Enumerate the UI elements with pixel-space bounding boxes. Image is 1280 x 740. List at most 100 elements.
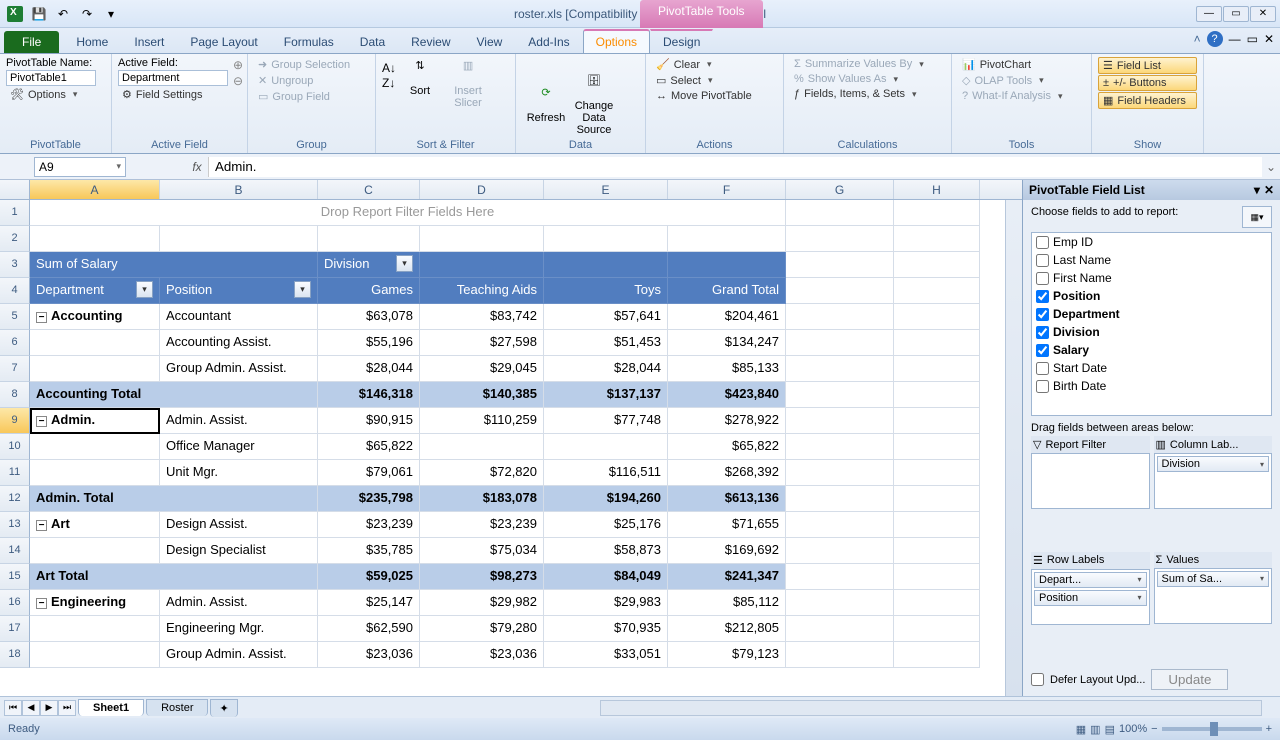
division-filter-dropdown[interactable]: ▾ [396, 255, 413, 272]
field-checkbox[interactable] [1036, 344, 1049, 357]
cell[interactable]: $29,983 [544, 590, 668, 616]
fx-icon[interactable]: fx [186, 160, 208, 174]
cell[interactable] [786, 590, 894, 616]
zoom-in-button[interactable]: + [1266, 723, 1272, 735]
field-list-close-icon[interactable]: ✕ [1264, 183, 1274, 197]
expand-field-icon[interactable]: ⊕ [233, 58, 243, 72]
row-header[interactable]: 9 [0, 408, 30, 434]
group-cell[interactable]: −Admin. [30, 408, 160, 434]
cell[interactable]: $65,822 [318, 434, 420, 460]
minimize-button[interactable]: — [1196, 6, 1222, 22]
cell[interactable]: Toys [544, 278, 668, 304]
cell[interactable]: Admin. Total [30, 486, 318, 512]
cell[interactable]: $75,034 [420, 538, 544, 564]
row-header[interactable]: 1 [0, 200, 30, 226]
col-header-F[interactable]: F [668, 180, 786, 199]
tab-insert[interactable]: Insert [121, 30, 177, 53]
cell[interactable]: $235,798 [318, 486, 420, 512]
position-filter-dropdown[interactable]: ▾ [294, 281, 311, 298]
field-checkbox[interactable] [1036, 290, 1049, 303]
cell[interactable]: Accounting Assist. [160, 330, 318, 356]
plusminus-buttons-toggle[interactable]: ±+/- Buttons [1098, 75, 1197, 91]
select-button[interactable]: ▭Select [652, 73, 777, 88]
select-all-corner[interactable] [0, 180, 30, 199]
cell[interactable]: Grand Total [668, 278, 786, 304]
cell[interactable] [786, 408, 894, 434]
cell[interactable]: $28,044 [318, 356, 420, 382]
field-list-toggle[interactable]: ☰Field List [1098, 57, 1197, 74]
field-item[interactable]: Division [1032, 323, 1271, 341]
cell[interactable]: $79,061 [318, 460, 420, 486]
defer-layout-checkbox[interactable] [1031, 673, 1044, 686]
restore-button[interactable]: ▭ [1223, 6, 1249, 22]
chip-department[interactable]: Depart...▾ [1034, 572, 1147, 588]
field-item[interactable]: Department [1032, 305, 1271, 323]
zoom-slider[interactable] [1162, 727, 1262, 731]
cell[interactable] [894, 460, 980, 486]
tab-home[interactable]: Home [63, 30, 121, 53]
row-header[interactable]: 16 [0, 590, 30, 616]
group-cell[interactable]: −Accounting [30, 304, 160, 330]
worksheet-area[interactable]: A B C D E F G H 1Drop Report Filter Fiel… [0, 180, 1022, 696]
cell[interactable]: $194,260 [544, 486, 668, 512]
file-tab[interactable]: File [4, 31, 59, 53]
cell[interactable]: $85,133 [668, 356, 786, 382]
workbook-minimize-icon[interactable]: — [1229, 32, 1241, 46]
cell[interactable]: Accountant [160, 304, 318, 330]
cell[interactable] [544, 434, 668, 460]
tab-options[interactable]: Options [583, 29, 650, 53]
collapse-icon[interactable]: − [36, 416, 47, 427]
row-header[interactable]: 15 [0, 564, 30, 590]
name-box-dropdown-icon[interactable]: ▾ [116, 161, 121, 172]
area-column-labels[interactable]: Division▾ [1154, 453, 1273, 509]
cell[interactable]: $79,280 [420, 616, 544, 642]
cell[interactable] [894, 512, 980, 538]
field-checkbox[interactable] [1036, 272, 1049, 285]
cell[interactable]: $85,112 [668, 590, 786, 616]
tab-data[interactable]: Data [347, 30, 398, 53]
cell[interactable] [30, 538, 160, 564]
row-header[interactable]: 12 [0, 486, 30, 512]
cell[interactable]: Admin. Assist. [160, 408, 318, 434]
cell[interactable]: $116,511 [544, 460, 668, 486]
workbook-restore-icon[interactable]: ▭ [1247, 32, 1258, 46]
field-headers-toggle[interactable]: ▦Field Headers [1098, 92, 1197, 109]
cell[interactable]: $58,873 [544, 538, 668, 564]
tab-page-layout[interactable]: Page Layout [177, 30, 270, 53]
workbook-close-icon[interactable]: ✕ [1264, 32, 1274, 46]
cell[interactable]: $25,176 [544, 512, 668, 538]
cell[interactable]: $98,273 [420, 564, 544, 590]
active-field-input[interactable] [118, 70, 228, 86]
cell[interactable]: $423,840 [668, 382, 786, 408]
area-values[interactable]: Sum of Sa...▾ [1154, 568, 1273, 624]
field-checkbox[interactable] [1036, 380, 1049, 393]
cell[interactable] [894, 226, 980, 252]
field-checkbox[interactable] [1036, 362, 1049, 375]
cell[interactable]: $23,036 [420, 642, 544, 668]
tab-nav-first[interactable]: ⏮ [4, 700, 22, 716]
move-pivottable-button[interactable]: ↔Move PivotTable [652, 89, 777, 103]
cell[interactable] [30, 330, 160, 356]
cell[interactable]: $23,036 [318, 642, 420, 668]
qat-customize-icon[interactable]: ▾ [100, 4, 122, 24]
cell[interactable]: $134,247 [668, 330, 786, 356]
row-header[interactable]: 6 [0, 330, 30, 356]
cell[interactable]: $25,147 [318, 590, 420, 616]
col-header-H[interactable]: H [894, 180, 980, 199]
column-field-header[interactable]: Division▾ [318, 252, 420, 278]
cell[interactable] [30, 460, 160, 486]
cell[interactable] [786, 304, 894, 330]
cell[interactable]: $51,453 [544, 330, 668, 356]
cell[interactable] [786, 512, 894, 538]
cell[interactable] [894, 538, 980, 564]
row-header[interactable]: 4 [0, 278, 30, 304]
cell[interactable] [894, 486, 980, 512]
group-cell[interactable]: −Engineering [30, 590, 160, 616]
cell[interactable] [894, 590, 980, 616]
view-page-break-icon[interactable]: ▤ [1105, 723, 1115, 736]
cell[interactable]: $110,259 [420, 408, 544, 434]
cell[interactable]: Accounting Total [30, 382, 318, 408]
cell[interactable]: $27,598 [420, 330, 544, 356]
cell[interactable] [894, 382, 980, 408]
sheet-tab-sheet1[interactable]: Sheet1 [78, 699, 144, 716]
